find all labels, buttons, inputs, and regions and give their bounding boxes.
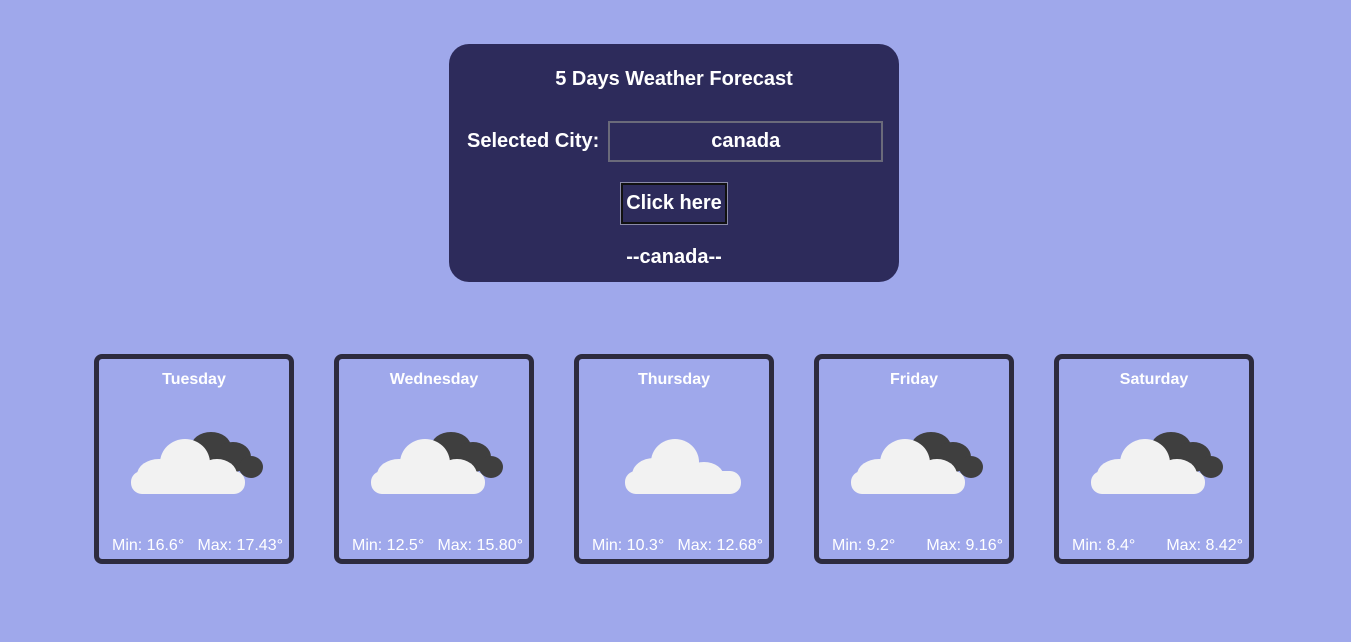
forecast-card: Thursday Min: 10.3° Max: 12.68° <box>574 354 774 564</box>
forecast-temps: Min: 16.6° Max: 17.43° <box>99 537 289 555</box>
forecast-card: Wednesday Min: 12.5° Max: 15.80° <box>334 354 534 564</box>
max-temp: Max: 15.80° <box>437 537 523 554</box>
min-temp: Min: 12.5° <box>352 537 425 554</box>
forecast-temps: Min: 8.4° Max: 8.42° <box>1059 537 1249 555</box>
search-panel: 5 Days Weather Forecast Selected City: C… <box>449 44 899 282</box>
forecast-temps: Min: 10.3° Max: 12.68° <box>579 537 769 555</box>
cloud-icon <box>609 427 749 499</box>
forecast-card: Friday Min: 9.2° Max: 9.16° <box>814 354 1014 564</box>
forecast-day: Thursday <box>637 371 710 388</box>
partly-cloudy-night-icon <box>1089 427 1229 499</box>
forecast-card: Tuesday Min: 16.6° Max: 17.43° <box>94 354 294 564</box>
forecast-cards: Tuesday Min: 16.6° Max: 17.43° Wednesday… <box>94 354 1254 564</box>
max-temp: Max: 17.43° <box>197 537 283 554</box>
min-temp: Min: 10.3° <box>592 537 665 554</box>
max-temp: Max: 12.68° <box>677 537 763 554</box>
partly-cloudy-night-icon <box>849 427 989 499</box>
forecast-day: Tuesday <box>162 371 226 388</box>
city-input[interactable] <box>608 121 884 162</box>
forecast-day: Saturday <box>1119 371 1189 388</box>
min-temp: Min: 8.4° <box>1072 537 1136 554</box>
city-label: Selected City: <box>467 130 600 152</box>
forecast-card: Saturday Min: 8.4° Max: 8.42° <box>1054 354 1254 564</box>
max-temp: Max: 9.16° <box>926 537 1003 554</box>
page-title: 5 Days Weather Forecast <box>555 68 793 90</box>
selected-city-display: --canada-- <box>626 246 722 268</box>
max-temp: Max: 8.42° <box>1166 537 1243 554</box>
partly-cloudy-night-icon <box>369 427 509 499</box>
min-temp: Min: 9.2° <box>832 537 896 554</box>
forecast-day: Friday <box>889 371 938 388</box>
submit-button[interactable]: Click here <box>620 182 728 225</box>
partly-cloudy-night-icon <box>129 427 269 499</box>
city-row: Selected City: <box>467 121 884 162</box>
min-temp: Min: 16.6° <box>112 537 185 554</box>
forecast-day: Wednesday <box>389 371 479 388</box>
forecast-temps: Min: 9.2° Max: 9.16° <box>819 537 1009 555</box>
forecast-temps: Min: 12.5° Max: 15.80° <box>339 537 529 555</box>
